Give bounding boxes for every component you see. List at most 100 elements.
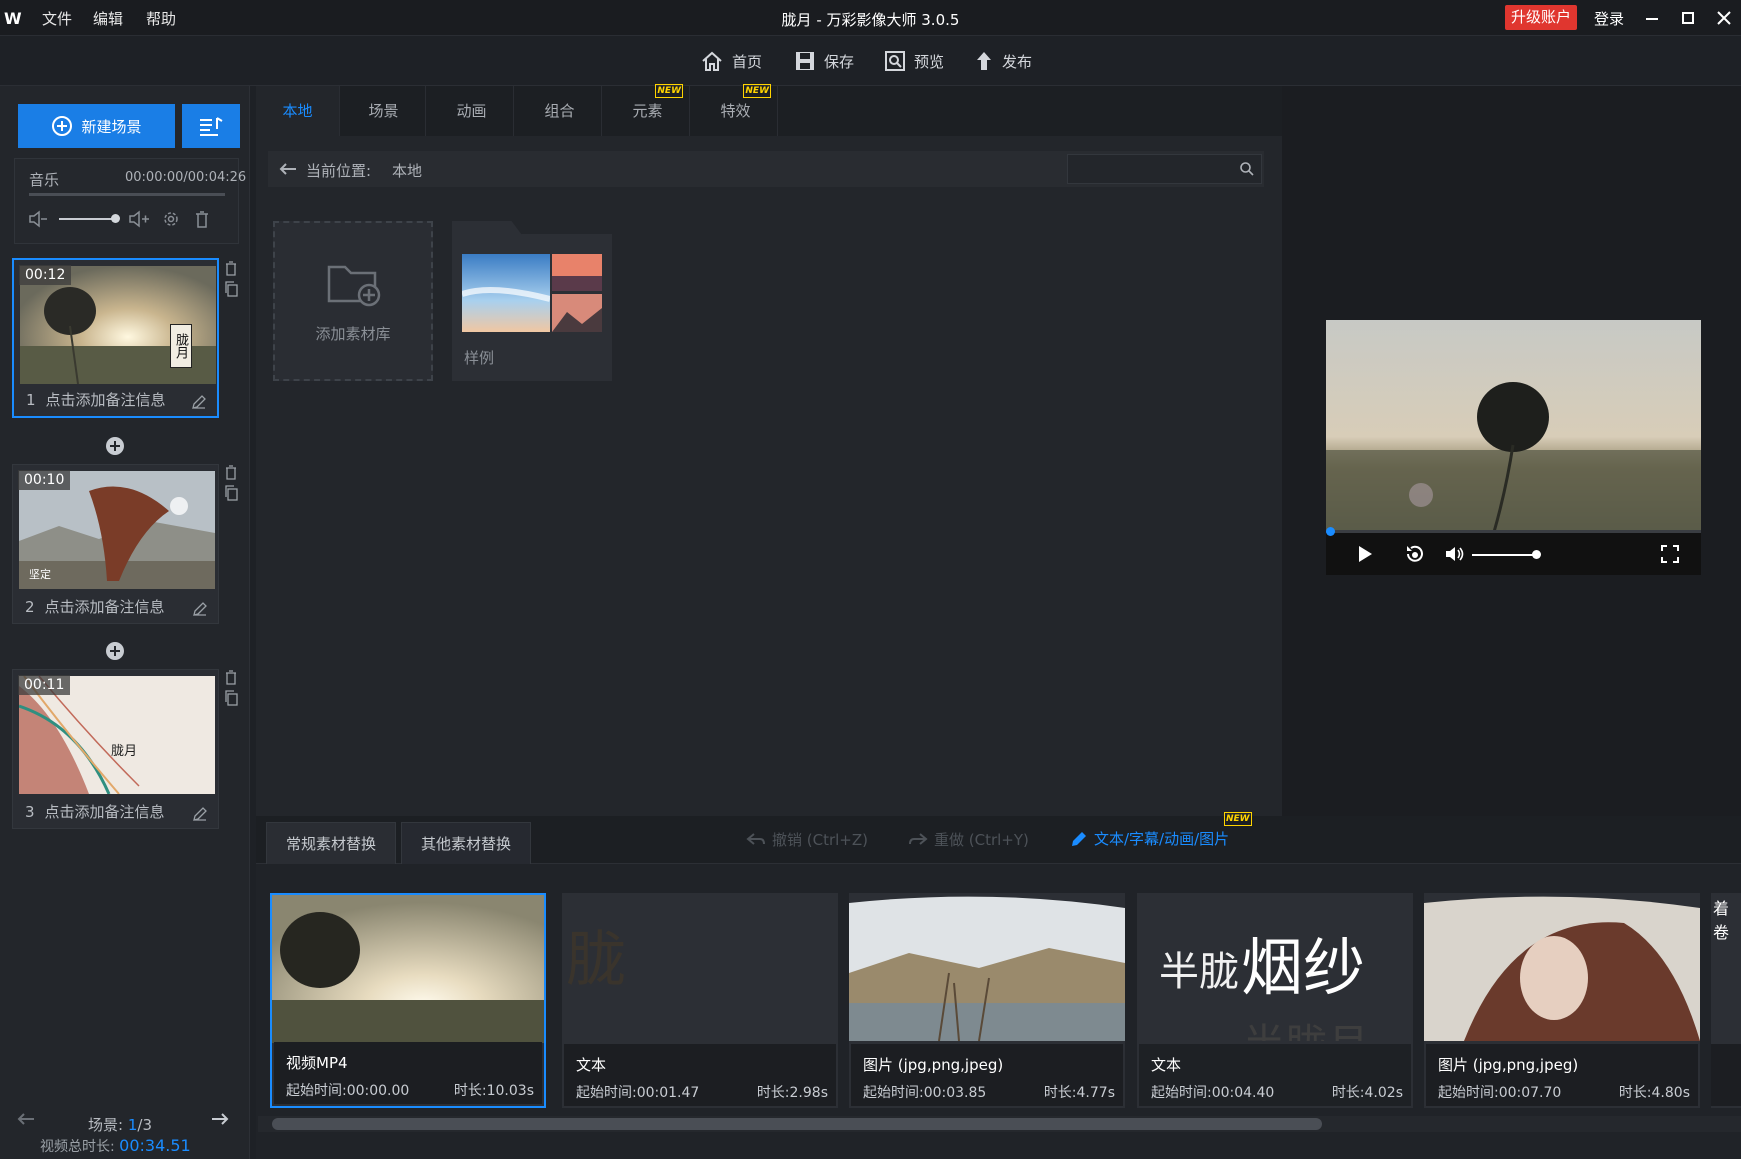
home-button[interactable]: 首页: [700, 48, 762, 74]
preview-button[interactable]: 预览: [884, 48, 944, 74]
clip-duration: 时长:4.02s: [1331, 1085, 1403, 1101]
add-scene-icon[interactable]: [105, 436, 125, 456]
tab-combination[interactable]: 组合: [518, 86, 602, 136]
clip-card-1[interactable]: 视频MP4 起始时间:00:00.00 时长:10.03s: [270, 893, 546, 1108]
clip-info: 文本 起始时间:00:01.47 时长:2.98s: [564, 1044, 836, 1106]
clip-overlay-text: 烟纱: [1241, 931, 1366, 1004]
scene-list-button[interactable]: [182, 104, 240, 148]
scene-card-1[interactable]: 胧月 00:12 1 点击添加备注信息: [12, 258, 219, 418]
volume-down-icon[interactable]: [27, 209, 49, 229]
tab-elements[interactable]: 元素 NEW: [606, 84, 690, 136]
fullscreen-icon[interactable]: [1660, 544, 1680, 564]
maximize-icon[interactable]: [1676, 8, 1700, 28]
replay-icon[interactable]: [1404, 544, 1426, 564]
preview-progress-handle[interactable]: [1326, 527, 1335, 536]
tab-animation[interactable]: 动画: [430, 86, 514, 136]
library-panel: [256, 86, 1282, 816]
upgrade-account-button[interactable]: 升级账户: [1505, 5, 1577, 30]
play-icon[interactable]: [1356, 544, 1374, 564]
path-value[interactable]: 本地: [392, 160, 422, 181]
pencil-icon: [1070, 830, 1088, 848]
sample-folder[interactable]: 样例: [452, 221, 612, 381]
arrow-left-icon[interactable]: [16, 1112, 36, 1126]
scene-card-2[interactable]: 坚定 00:10 2 点击添加备注信息: [12, 464, 219, 624]
preview-progress-bar[interactable]: [1326, 530, 1701, 533]
clip-info: [1711, 1044, 1741, 1106]
preview-label: 预览: [914, 52, 945, 71]
copy-icon[interactable]: [224, 690, 238, 706]
scene-note-text: 点击添加备注信息: [44, 803, 165, 821]
scene-counter: 场景: 1/3: [88, 1116, 152, 1134]
tab-scene[interactable]: 场景: [342, 86, 426, 136]
tab-regular-replace[interactable]: 常规素材替换: [266, 822, 396, 864]
clip-info: 图片 (jpg,png,jpeg) 起始时间:00:03.85 时长:4.77s: [851, 1044, 1123, 1106]
redo-label: 重做 (Ctrl+Y): [934, 831, 1029, 849]
add-library-button[interactable]: 添加素材库: [273, 221, 433, 381]
preview-volume-slider[interactable]: [1472, 554, 1536, 556]
music-time: 00:00:00/00:04:26: [125, 170, 247, 185]
search-icon[interactable]: [1239, 161, 1255, 177]
scene-card-3[interactable]: 胧月 00:11 3 点击添加备注信息: [12, 669, 219, 829]
music-progress[interactable]: [29, 193, 225, 196]
clip-card-2[interactable]: 胧 文本 起始时间:00:01.47 时长:2.98s: [562, 893, 838, 1108]
scene-note-text: 点击添加备注信息: [45, 391, 166, 409]
scene-note[interactable]: 3 点击添加备注信息: [25, 801, 165, 822]
copy-icon[interactable]: [224, 485, 238, 501]
clip-overlay-text: 半胧: [1159, 949, 1239, 995]
clip-card-5[interactable]: 图片 (jpg,png,jpeg) 起始时间:00:07.70 时长:4.80s: [1424, 893, 1700, 1108]
copy-icon[interactable]: [224, 281, 238, 297]
trash-icon[interactable]: [193, 209, 211, 229]
scene-duration: 00:10: [18, 470, 71, 490]
clip-duration: 时长:4.80s: [1618, 1085, 1690, 1101]
save-button[interactable]: 保存: [794, 48, 854, 74]
edit-text-link[interactable]: 文本/字幕/动画/图片: [1070, 828, 1229, 849]
undo-button[interactable]: 撤销 (Ctrl+Z): [746, 829, 868, 850]
clip-card-6[interactable]: 着卷: [1711, 893, 1741, 1108]
gear-icon[interactable]: [161, 209, 181, 229]
tab-local[interactable]: 本地: [256, 86, 340, 136]
new-scene-button[interactable]: 新建场景: [18, 104, 175, 148]
close-icon[interactable]: [1712, 8, 1736, 28]
music-volume-handle[interactable]: [111, 214, 120, 223]
pencil-icon[interactable]: [191, 394, 207, 410]
trash-icon[interactable]: [224, 464, 238, 480]
back-arrow-icon[interactable]: [278, 161, 298, 177]
minimize-icon[interactable]: [1640, 8, 1664, 28]
scene-note[interactable]: 2 点击添加备注信息: [25, 596, 165, 617]
volume-icon[interactable]: [1444, 544, 1466, 564]
save-label: 保存: [824, 52, 855, 71]
volume-up-icon[interactable]: [127, 209, 151, 229]
clip-duration: 时长:2.98s: [756, 1085, 828, 1101]
pencil-icon[interactable]: [192, 601, 208, 617]
sample-thumb-sunset: [552, 254, 602, 291]
scene-note[interactable]: 1 点击添加备注信息: [26, 389, 166, 410]
publish-button[interactable]: 发布: [974, 48, 1032, 74]
clip-overlay-text: 半胧月: [1243, 1011, 1369, 1041]
trash-icon[interactable]: [224, 260, 238, 276]
clip-type: 视频MP4: [286, 1054, 348, 1072]
add-library-label: 添加素材库: [315, 325, 391, 343]
music-volume-slider[interactable]: [59, 218, 113, 220]
publish-label: 发布: [1002, 52, 1033, 71]
preview-icon: [884, 50, 906, 72]
add-scene-icon[interactable]: [105, 641, 125, 661]
sample-folder-label: 样例: [464, 349, 495, 367]
main-toolbar: [0, 36, 1741, 86]
clip-start-time: 起始时间:00:03.85: [863, 1085, 987, 1101]
arrow-right-icon[interactable]: [210, 1112, 230, 1126]
redo-button[interactable]: 重做 (Ctrl+Y): [908, 829, 1029, 850]
tab-effects[interactable]: 特效 NEW: [694, 84, 778, 136]
clip-card-4[interactable]: 半胧 烟纱 半胧月 文本 起始时间:00:04.40 时长:4.02s: [1137, 893, 1413, 1108]
search-input[interactable]: [1067, 154, 1262, 184]
clip-scrollbar[interactable]: [272, 1118, 1322, 1130]
login-button[interactable]: 登录: [1594, 8, 1624, 29]
trash-icon[interactable]: [224, 669, 238, 685]
preview-volume-handle[interactable]: [1532, 550, 1541, 559]
clip-duration: 时长:10.03s: [453, 1083, 534, 1099]
clip-card-3[interactable]: 图片 (jpg,png,jpeg) 起始时间:00:03.85 时长:4.77s: [849, 893, 1125, 1108]
scene-note-text: 点击添加备注信息: [44, 598, 165, 616]
video-preview[interactable]: [1326, 320, 1701, 575]
folder-add-icon: [327, 261, 383, 307]
tab-other-replace[interactable]: 其他素材替换: [401, 822, 531, 864]
pencil-icon[interactable]: [192, 806, 208, 822]
